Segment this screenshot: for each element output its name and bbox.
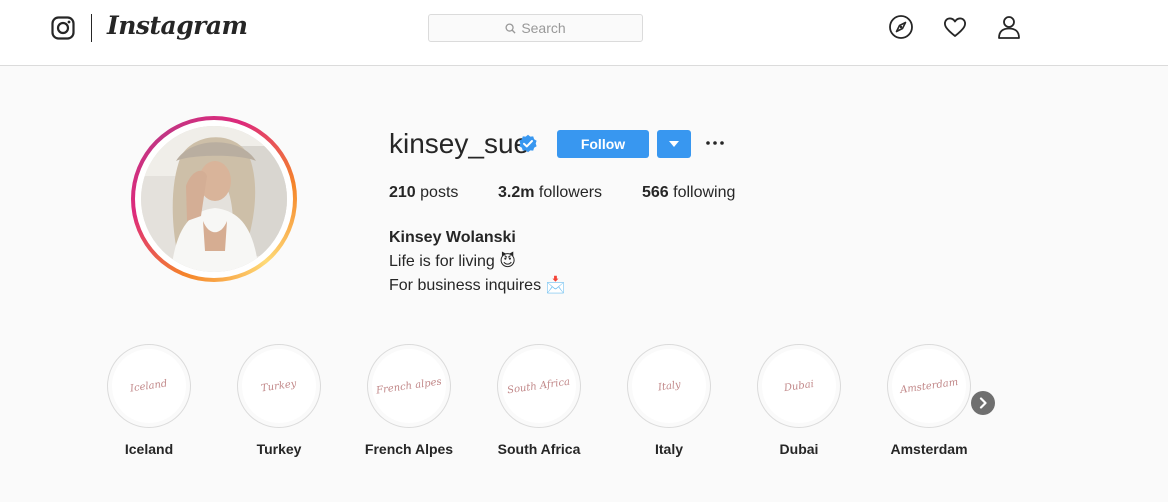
compass-icon[interactable] bbox=[888, 14, 914, 40]
highlight-cover: French alpes bbox=[367, 344, 451, 428]
highlight-cover-inner: Italy bbox=[632, 349, 706, 423]
highlight-cover: Iceland bbox=[107, 344, 191, 428]
search-icon bbox=[505, 22, 516, 34]
profile-photo-image bbox=[141, 126, 287, 272]
highlight-turkey[interactable]: Turkey Turkey bbox=[229, 344, 329, 464]
posts-count-label: posts bbox=[415, 184, 459, 201]
instagram-logo-icon[interactable] bbox=[51, 16, 75, 40]
highlight-cover: Italy bbox=[627, 344, 711, 428]
highlight-cover-inner: South Africa bbox=[502, 349, 576, 423]
highlight-cover-text: Turkey bbox=[260, 378, 298, 394]
highlight-cover-text: South Africa bbox=[506, 376, 572, 396]
highlight-cover-text: French alpes bbox=[375, 375, 443, 397]
search-placeholder: Search bbox=[521, 20, 566, 36]
highlight-label: South Africa bbox=[497, 441, 581, 457]
highlight-south-africa[interactable]: South Africa South Africa bbox=[489, 344, 589, 464]
highlight-cover-inner: Iceland bbox=[112, 349, 186, 423]
highlight-cover-inner: Turkey bbox=[242, 349, 316, 423]
followers-count-value: 3.2m bbox=[498, 184, 535, 201]
top-navigation: Instagram Search bbox=[0, 0, 1168, 66]
highlight-cover-inner: Dubai bbox=[762, 349, 836, 423]
highlight-cover-text: Italy bbox=[656, 378, 682, 394]
caret-down-icon bbox=[669, 141, 679, 147]
logo-divider bbox=[91, 14, 92, 42]
highlight-cover-inner: Amsterdam bbox=[892, 349, 966, 423]
highlight-cover-inner: French alpes bbox=[372, 349, 446, 423]
highlight-italy[interactable]: Italy Italy bbox=[619, 344, 719, 464]
highlight-iceland[interactable]: Iceland Iceland bbox=[99, 344, 199, 464]
chevron-right-icon bbox=[979, 397, 987, 409]
more-options-icon[interactable] bbox=[705, 136, 725, 150]
following-count-label: following bbox=[668, 184, 736, 201]
highlight-label: Dubai bbox=[779, 441, 819, 457]
highlights-next-button[interactable] bbox=[971, 391, 995, 415]
highlight-dubai[interactable]: Dubai Dubai bbox=[749, 344, 849, 464]
avatar[interactable] bbox=[131, 116, 297, 282]
posts-count-value: 210 bbox=[389, 184, 416, 201]
highlight-label: Amsterdam bbox=[890, 441, 968, 457]
full-name: Kinsey Wolanski bbox=[389, 229, 516, 246]
posts-count: 210 posts bbox=[389, 184, 458, 202]
highlight-label: French Alpes bbox=[364, 441, 454, 457]
highlight-cover-text: Iceland bbox=[129, 377, 169, 395]
avatar-border bbox=[135, 120, 293, 278]
instagram-wordmark[interactable]: Instagram bbox=[107, 11, 248, 40]
highlight-label: Turkey bbox=[256, 441, 302, 457]
highlight-cover-text: Amsterdam bbox=[899, 376, 959, 396]
highlight-cover: South Africa bbox=[497, 344, 581, 428]
following-link[interactable]: 566 following bbox=[642, 184, 735, 202]
bio-line-1: Life is for living 😈 bbox=[389, 253, 516, 270]
bio-line-2: For business inquires 📩 bbox=[389, 277, 566, 294]
highlight-cover-text: Dubai bbox=[783, 378, 815, 394]
followers-link[interactable]: 3.2m followers bbox=[498, 184, 602, 202]
profile-icon[interactable] bbox=[996, 14, 1022, 40]
highlight-cover: Amsterdam bbox=[887, 344, 971, 428]
username: kinsey_sue bbox=[389, 128, 530, 159]
following-count-value: 566 bbox=[642, 184, 669, 201]
highlight-label: Italy bbox=[654, 441, 683, 457]
profile-photo bbox=[141, 126, 287, 272]
search-input[interactable]: Search bbox=[428, 14, 643, 42]
verified-badge-icon bbox=[519, 134, 537, 153]
follow-button[interactable]: Follow bbox=[557, 130, 649, 158]
suggested-accounts-dropdown-button[interactable] bbox=[657, 130, 691, 158]
highlight-cover: Turkey bbox=[237, 344, 321, 428]
highlight-cover: Dubai bbox=[757, 344, 841, 428]
highlight-amsterdam[interactable]: Amsterdam Amsterdam bbox=[879, 344, 979, 464]
highlight-french-alpes[interactable]: French alpes French Alpes bbox=[359, 344, 459, 464]
highlight-label: Iceland bbox=[124, 441, 174, 457]
profile-bio: Kinsey Wolanski Life is for living 😈 For… bbox=[389, 226, 565, 298]
heart-icon[interactable] bbox=[942, 14, 968, 40]
followers-count-label: followers bbox=[534, 184, 603, 201]
